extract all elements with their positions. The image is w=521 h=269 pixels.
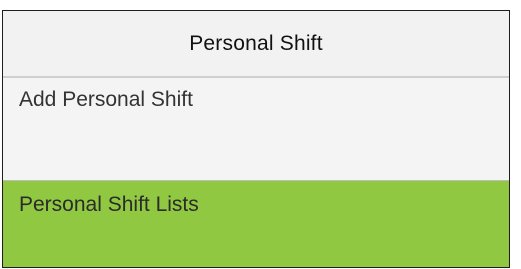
menu-item-add-personal-shift[interactable]: Add Personal Shift [3, 78, 509, 181]
screen-header: Personal Shift [3, 11, 509, 78]
menu-item-personal-shift-lists[interactable]: Personal Shift Lists [3, 181, 509, 267]
menu-item-label: Personal Shift Lists [19, 193, 199, 216]
page-title: Personal Shift [189, 31, 323, 55]
personal-shift-screen: Personal Shift Add Personal Shift Person… [2, 10, 510, 268]
menu-item-label: Add Personal Shift [19, 88, 193, 111]
